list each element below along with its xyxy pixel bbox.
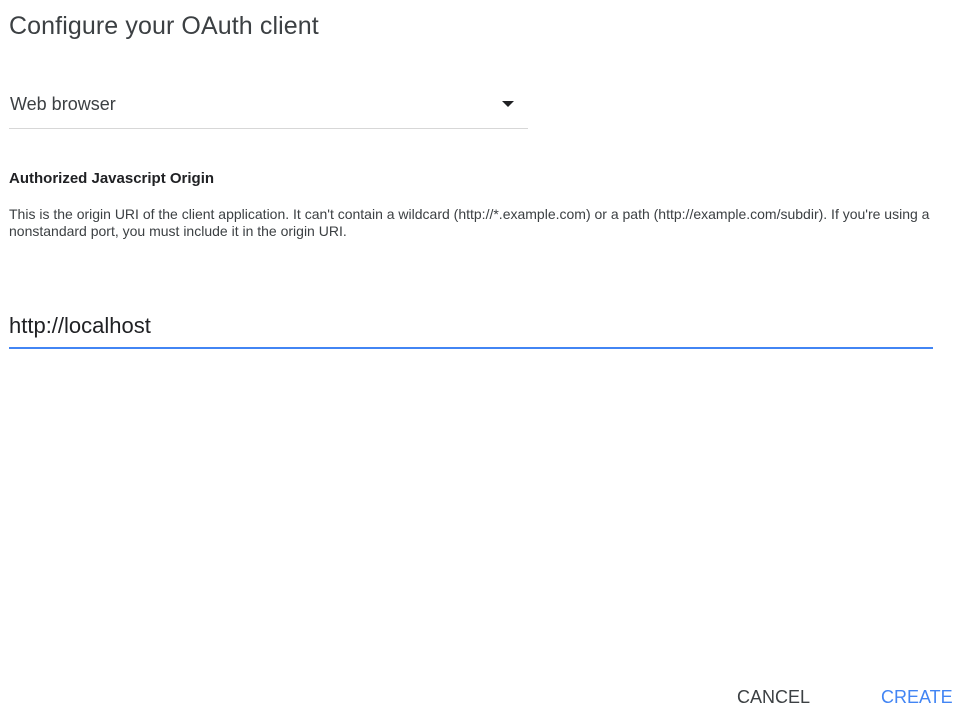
origin-description: This is the origin URI of the client app… — [9, 206, 930, 239]
oauth-client-dialog: Configure your OAuth client Web browser … — [0, 0, 969, 711]
dialog-title: Configure your OAuth client — [9, 12, 319, 40]
origin-heading: Authorized Javascript Origin — [9, 170, 215, 187]
dropdown-arrow-icon — [502, 101, 514, 107]
cancel-button[interactable]: CANCEL — [737, 687, 810, 708]
origin-input[interactable] — [9, 309, 929, 343]
create-button[interactable]: CREATE — [881, 687, 953, 708]
origin-field — [9, 305, 933, 349]
client-type-select[interactable]: Web browser — [9, 86, 528, 129]
client-type-value: Web browser — [10, 94, 116, 114]
